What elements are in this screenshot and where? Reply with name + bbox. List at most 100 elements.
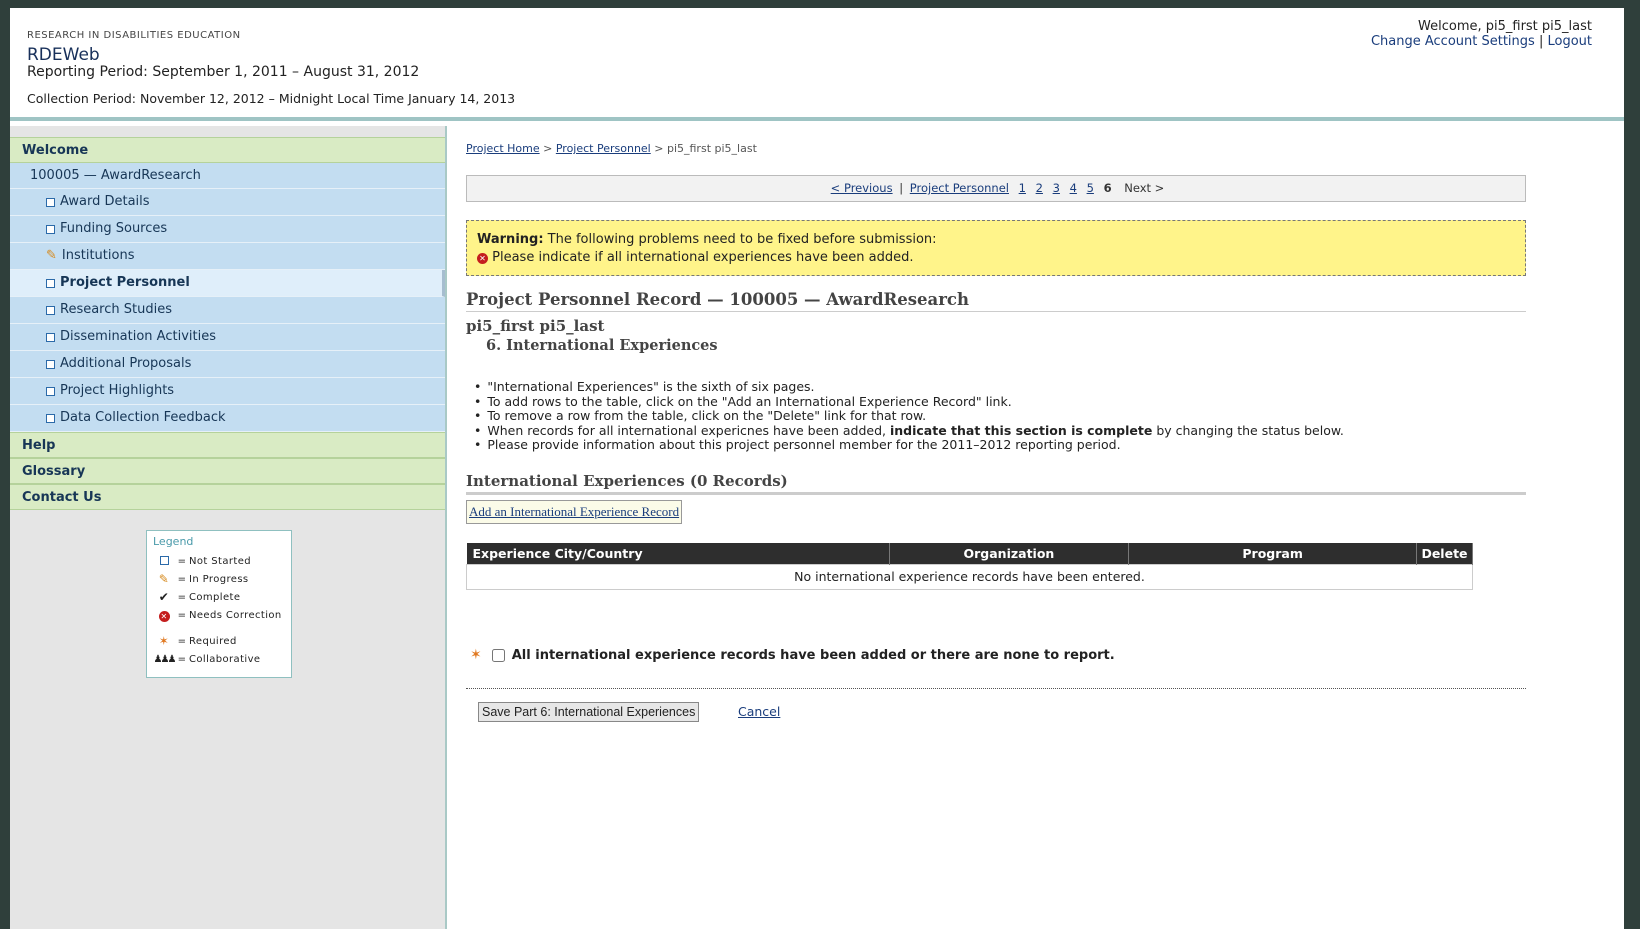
legend-row: ♟♟♟ = Collaborative xyxy=(153,650,285,668)
breadcrumb-home[interactable]: Project Home xyxy=(466,142,540,155)
nav-label: Award Details xyxy=(60,194,150,209)
user-welcome: Welcome, pi5_first pi5_last Change Accou… xyxy=(1371,19,1592,49)
legend-eq: = xyxy=(177,555,187,567)
add-record-button[interactable]: Add an International Experience Record xyxy=(466,500,683,524)
account-settings-link[interactable]: Change Account Settings xyxy=(1371,34,1535,49)
nav-funding-sources[interactable]: Funding Sources xyxy=(10,216,445,243)
page-link-2[interactable]: 2 xyxy=(1036,181,1043,195)
nav-award-details[interactable]: Award Details xyxy=(10,189,445,216)
warning-box: Warning: The following problems need to … xyxy=(466,220,1526,276)
legend-row: ✶ = Required xyxy=(153,632,285,650)
legend-eq: = xyxy=(177,609,187,621)
instruction-item: "International Experiences" is the sixth… xyxy=(474,379,1344,395)
page-link-1[interactable]: 1 xyxy=(1019,181,1026,195)
not-started-icon xyxy=(46,278,55,288)
nav-contact-us[interactable]: Contact Us xyxy=(10,484,445,510)
not-started-icon xyxy=(46,332,55,342)
column-header: Program xyxy=(1128,543,1417,564)
breadcrumb: Project Home > Project Personnel > pi5_f… xyxy=(466,142,757,155)
legend-label: Needs Correction xyxy=(189,609,282,621)
page-link-3[interactable]: 3 xyxy=(1053,181,1060,195)
person-name: pi5_first pi5_last xyxy=(466,317,605,335)
next-link[interactable]: Next > xyxy=(1124,181,1164,195)
nav-welcome[interactable]: Welcome xyxy=(10,137,445,163)
page-link-5[interactable]: 5 xyxy=(1087,181,1094,195)
legend-eq: = xyxy=(177,573,187,585)
nav-label: Data Collection Feedback xyxy=(60,410,226,425)
nav-data-collection-feedback[interactable]: Data Collection Feedback xyxy=(10,405,445,432)
page-frame: RESEARCH IN DISABILITIES EDUCATION RDEWe… xyxy=(10,8,1624,929)
nav-label: Funding Sources xyxy=(60,221,168,236)
site-header: RESEARCH IN DISABILITIES EDUCATION RDEWe… xyxy=(10,8,1624,121)
instruction-item: To remove a row from the table, click on… xyxy=(474,408,1344,424)
column-header: Organization xyxy=(889,543,1130,564)
legend-row: ✎ = In Progress xyxy=(153,570,285,588)
nav-project-highlights[interactable]: Project Highlights xyxy=(10,378,445,405)
legend-label: In Progress xyxy=(189,573,249,585)
instruction-text: When records for all international exper… xyxy=(487,422,886,438)
nav-label: Additional Proposals xyxy=(60,356,192,371)
legend-label: Required xyxy=(189,635,237,647)
org-name: RESEARCH IN DISABILITIES EDUCATION xyxy=(27,30,241,41)
nav-label: Project Highlights xyxy=(60,383,175,398)
pencil-icon: ✎ xyxy=(158,572,170,586)
breadcrumb-current: pi5_first pi5_last xyxy=(666,142,757,155)
nav-help[interactable]: Help xyxy=(10,432,445,458)
required-star-icon: ✶ xyxy=(470,647,482,663)
nav-award[interactable]: 100005 — AwardResearch xyxy=(10,163,445,189)
not-started-icon xyxy=(46,197,55,207)
page-link-4[interactable]: 4 xyxy=(1070,181,1077,195)
pager-personnel-link[interactable]: Project Personnel xyxy=(910,181,1009,195)
error-icon: ✕ xyxy=(477,253,488,264)
table-row: No international experience records have… xyxy=(466,563,1473,590)
collection-period: Collection Period: November 12, 2012 – M… xyxy=(27,91,516,106)
legend-eq: = xyxy=(177,635,187,647)
app-title: RDEWeb xyxy=(27,45,100,65)
header-separator: | xyxy=(1538,34,1544,49)
previous-link[interactable]: < Previous xyxy=(831,181,893,195)
instructions-list: "International Experiences" is the sixth… xyxy=(474,379,1344,453)
legend-row: = Not Started xyxy=(153,552,285,570)
legend-title: Legend xyxy=(153,535,194,548)
cancel-link[interactable]: Cancel xyxy=(738,704,780,719)
not-started-icon xyxy=(46,224,55,234)
breadcrumb-personnel[interactable]: Project Personnel xyxy=(556,142,651,155)
legend-label: Complete xyxy=(189,591,241,603)
empty-message: No international experience records have… xyxy=(466,563,1473,590)
record-title: Project Personnel Record — 100005 — Awar… xyxy=(466,290,1526,312)
table-title: International Experiences (0 Records) xyxy=(466,472,1526,495)
welcome-text: Welcome, pi5_first pi5_last xyxy=(1418,19,1592,34)
nav-glossary[interactable]: Glossary xyxy=(10,458,445,484)
nav-research-studies[interactable]: Research Studies xyxy=(10,297,445,324)
nav-label: Institutions xyxy=(61,248,135,263)
complete-checkbox[interactable] xyxy=(491,648,505,662)
nav-additional-proposals[interactable]: Additional Proposals xyxy=(10,351,445,378)
logout-link[interactable]: Logout xyxy=(1547,34,1592,49)
nav-project-personnel[interactable]: Project Personnel xyxy=(10,270,445,297)
current-page: 6 xyxy=(1103,181,1112,195)
reporting-period: Reporting Period: September 1, 2011 – Au… xyxy=(27,64,420,80)
divider xyxy=(466,688,1526,689)
legend-eq: = xyxy=(177,591,187,603)
pencil-icon: ✎ xyxy=(46,248,57,263)
column-header: Delete xyxy=(1416,543,1474,564)
column-header: Experience City/Country xyxy=(466,543,890,564)
nav-label: Research Studies xyxy=(60,302,172,317)
breadcrumb-sep: > xyxy=(543,142,553,155)
sidebar-nav: Welcome 100005 — AwardResearch Award Det… xyxy=(10,126,447,929)
section-title: 6. International Experiences xyxy=(486,337,718,354)
nav-dissemination-activities[interactable]: Dissemination Activities xyxy=(10,324,445,351)
nav-institutions[interactable]: ✎ Institutions xyxy=(10,243,445,270)
legend-row: ✔ = Complete xyxy=(153,588,285,606)
not-started-icon xyxy=(46,359,55,369)
instruction-item: Please provide information about this pr… xyxy=(474,437,1344,453)
legend-row: ✕ = Needs Correction xyxy=(153,606,285,624)
legend-eq: = xyxy=(177,653,187,665)
warning-item: Please indicate if all international exp… xyxy=(492,250,914,265)
completion-label: All international experience records hav… xyxy=(511,647,1115,663)
page-navigator: < Previous | Project Personnel 1 2 3 4 5… xyxy=(466,175,1526,202)
not-started-icon xyxy=(46,305,55,315)
instruction-text: by changing the status below. xyxy=(1156,422,1344,438)
save-button[interactable]: Save Part 6: International Experiences xyxy=(478,702,700,722)
instruction-item: To add rows to the table, click on the "… xyxy=(474,394,1344,410)
